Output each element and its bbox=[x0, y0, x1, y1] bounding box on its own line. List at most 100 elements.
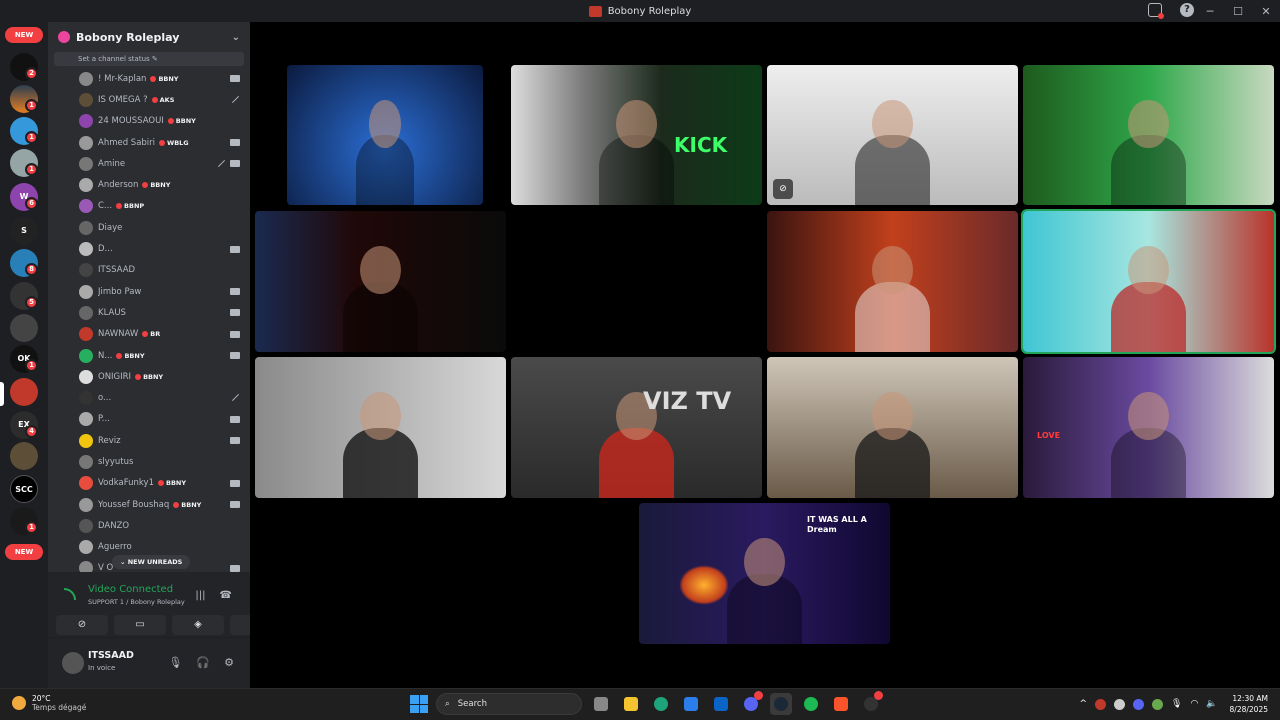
disconnect-icon[interactable]: ☎ bbox=[220, 590, 232, 601]
voice-user[interactable]: Youssef Boushaq BBNY bbox=[48, 494, 250, 515]
video-tile[interactable] bbox=[767, 211, 1018, 352]
avatar bbox=[79, 454, 93, 469]
guild-tag: BBNY bbox=[173, 501, 201, 509]
voice-connected-label[interactable]: Video Connected bbox=[88, 584, 173, 595]
video-tile[interactable] bbox=[255, 357, 506, 498]
video-tile[interactable]: KICK bbox=[511, 65, 762, 205]
discord-icon[interactable] bbox=[740, 691, 763, 715]
voice-user[interactable]: VodkaFunky1 BBNY bbox=[48, 473, 250, 494]
voice-user[interactable]: slyyutus bbox=[48, 451, 250, 472]
voice-user[interactable]: P... bbox=[48, 409, 250, 430]
weather-description: Temps dégagé bbox=[32, 703, 87, 712]
voice-user-name: DANZO bbox=[98, 520, 130, 531]
video-tile[interactable]: IT WAS ALL A Dream bbox=[639, 503, 890, 644]
microphone-tray-icon[interactable]: 🎙 bbox=[1171, 699, 1182, 709]
obs-icon[interactable] bbox=[860, 691, 883, 715]
camera-icon bbox=[230, 139, 240, 147]
user-name[interactable]: ITSSAAD bbox=[88, 650, 134, 661]
activity-button[interactable]: ◈ bbox=[172, 615, 224, 635]
windows-start-icon[interactable] bbox=[410, 695, 428, 713]
task-view-icon[interactable] bbox=[590, 693, 612, 715]
soundboard-button[interactable]: ✦ bbox=[230, 615, 250, 635]
spotify-icon[interactable] bbox=[800, 693, 822, 715]
voice-channel-label[interactable]: SUPPORT 1 / Bobony Roleplay bbox=[88, 598, 185, 606]
maximize-icon[interactable]: ☐ bbox=[1224, 5, 1252, 18]
avatar[interactable] bbox=[62, 652, 84, 674]
taskbar-search[interactable]: ⌕ Search bbox=[436, 693, 582, 715]
voice-user[interactable]: ITSSAAD bbox=[48, 260, 250, 281]
voice-user[interactable]: D... bbox=[48, 238, 250, 259]
chevron-up-icon[interactable]: ^ bbox=[1079, 699, 1087, 709]
voice-user[interactable]: N... BBNY bbox=[48, 345, 250, 366]
microphone-icon[interactable]: 🎙 bbox=[168, 656, 182, 669]
camera-toggle-button[interactable]: ⊘ bbox=[56, 615, 108, 635]
voice-user[interactable]: IS OMEGA ? AKS bbox=[48, 89, 250, 110]
set-channel-status[interactable]: Set a channel status ✎ bbox=[54, 52, 244, 66]
signal-icon[interactable] bbox=[64, 588, 76, 600]
screen-share-button[interactable]: ▭ bbox=[114, 615, 166, 635]
mention-badge: 5 bbox=[25, 296, 38, 309]
steam-icon[interactable] bbox=[770, 693, 792, 715]
minimize-icon[interactable]: ─ bbox=[1196, 5, 1224, 18]
video-tile[interactable]: ⊘ bbox=[767, 65, 1018, 205]
voice-user-name: ! Mr-Kaplan bbox=[98, 73, 147, 84]
voice-user[interactable]: Amine bbox=[48, 153, 250, 174]
video-tile[interactable] bbox=[287, 65, 483, 205]
new-badge-bottom[interactable]: NEW bbox=[5, 544, 43, 560]
video-tile[interactable] bbox=[767, 357, 1018, 498]
noise-suppression-icon[interactable]: ||| bbox=[195, 590, 205, 601]
inbox-icon[interactable] bbox=[1148, 3, 1164, 19]
video-tile[interactable]: VIZ TV bbox=[511, 357, 762, 498]
tray-app-icon[interactable] bbox=[1095, 698, 1107, 710]
new-badge-top[interactable]: NEW bbox=[5, 27, 43, 43]
help-icon[interactable]: ? bbox=[1180, 3, 1194, 17]
store-icon[interactable] bbox=[680, 693, 702, 715]
edge-icon[interactable] bbox=[650, 693, 672, 715]
close-icon[interactable]: ✕ bbox=[1252, 5, 1280, 18]
voice-user[interactable]: Jimbo Paw bbox=[48, 281, 250, 302]
guild-header[interactable]: Bobony Roleplay ⌄ bbox=[48, 22, 250, 52]
steam-tray-icon[interactable] bbox=[1114, 698, 1126, 710]
tray-app-icon[interactable] bbox=[1152, 698, 1164, 710]
brave-icon[interactable] bbox=[830, 693, 852, 715]
voice-user[interactable]: Anderson BBNY bbox=[48, 174, 250, 195]
voice-user[interactable]: Reviz bbox=[48, 430, 250, 451]
muted-icon bbox=[231, 394, 240, 402]
video-tile[interactable] bbox=[1023, 65, 1274, 205]
voice-user[interactable]: o... bbox=[48, 387, 250, 408]
voice-user[interactable]: Ahmed Sabiri WBLG bbox=[48, 132, 250, 153]
voice-user[interactable]: 24 MOUSSAOUI BBNY bbox=[48, 111, 250, 132]
headphones-icon[interactable]: 🎧 bbox=[196, 656, 210, 669]
clock[interactable]: 12:30 AM 8/28/2025 bbox=[1230, 693, 1268, 715]
speaker-icon[interactable]: 🔈 bbox=[1206, 699, 1217, 709]
voice-user[interactable]: ! Mr-Kaplan BBNY bbox=[48, 68, 250, 89]
time: 12:30 AM bbox=[1232, 694, 1268, 703]
video-tile[interactable]: LOVE bbox=[1023, 357, 1274, 498]
video-tile[interactable] bbox=[255, 211, 506, 352]
mention-badge: 8 bbox=[25, 263, 38, 276]
voice-user[interactable]: ONIGIRI BBNY bbox=[48, 366, 250, 387]
voice-user[interactable]: KLAUS bbox=[48, 302, 250, 323]
voice-user[interactable]: Diaye bbox=[48, 217, 250, 238]
server-icon[interactable]: S bbox=[10, 217, 38, 245]
avatar bbox=[79, 497, 93, 512]
weather-widget[interactable]: 20°C Temps dégagé bbox=[12, 694, 86, 712]
new-unreads-button[interactable]: ⌄ NEW UNREADS bbox=[112, 555, 191, 569]
server-icon[interactable] bbox=[10, 442, 38, 470]
chevron-down-icon[interactable]: ⌄ bbox=[232, 32, 240, 43]
wifi-icon[interactable]: ◠ bbox=[1190, 699, 1198, 709]
settings-gear-icon[interactable]: ⚙ bbox=[224, 656, 234, 669]
file-explorer-icon[interactable] bbox=[620, 693, 642, 715]
voice-user[interactable]: NAWNAW BR bbox=[48, 324, 250, 345]
voice-user[interactable]: DANZO bbox=[48, 515, 250, 536]
tile-sign-text: IT WAS ALL A Dream bbox=[807, 515, 867, 534]
discord-tray-icon[interactable] bbox=[1133, 698, 1145, 710]
server-icon-selected[interactable] bbox=[10, 378, 38, 406]
camera-icon bbox=[230, 437, 240, 445]
guild-tag-text: BBNY bbox=[150, 181, 171, 190]
server-icon[interactable] bbox=[10, 314, 38, 342]
voice-user[interactable]: C... BBNP bbox=[48, 196, 250, 217]
outlook-icon[interactable] bbox=[710, 693, 732, 715]
server-icon[interactable]: SCC bbox=[10, 475, 38, 503]
video-tile-speaking[interactable] bbox=[1021, 209, 1276, 354]
